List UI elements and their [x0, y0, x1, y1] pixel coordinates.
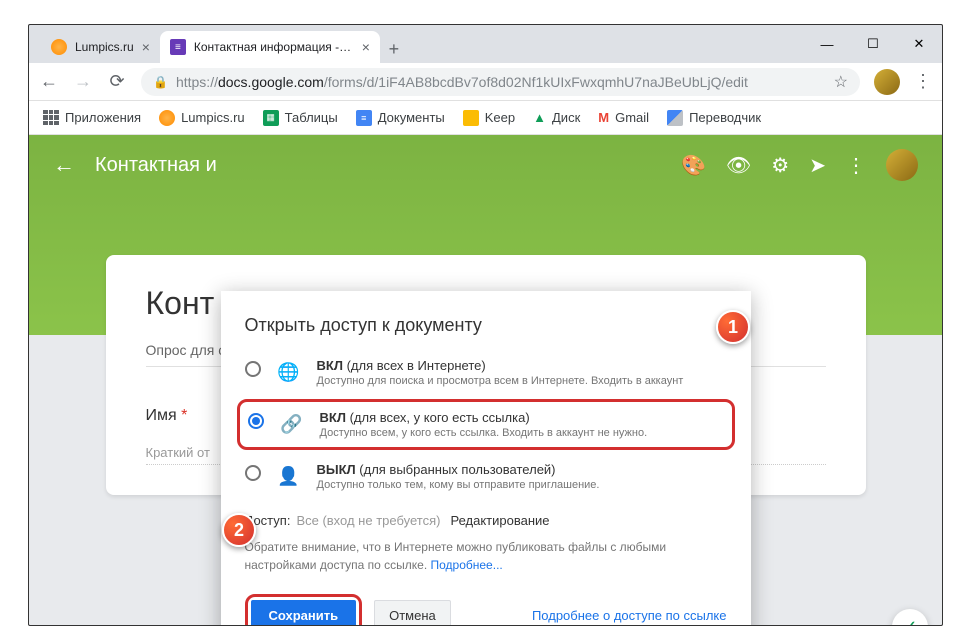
- close-window-button[interactable]: ✕: [896, 25, 942, 63]
- maximize-button[interactable]: ☐: [850, 25, 896, 63]
- save-button[interactable]: Сохранить: [251, 600, 357, 625]
- tab-title: Контактная информация - Goo...: [194, 40, 354, 54]
- modal-footer: Сохранить Отмена Подробнее о доступе по …: [221, 588, 751, 625]
- avatar[interactable]: [886, 149, 918, 181]
- apps-bookmark[interactable]: Приложения: [43, 110, 141, 126]
- option-description: Доступно только тем, кому вы отправите п…: [317, 479, 727, 491]
- chrome-menu-icon[interactable]: ⋮: [914, 71, 932, 92]
- cancel-button[interactable]: Отмена: [374, 600, 451, 625]
- radio-icon-selected[interactable]: [248, 413, 264, 429]
- more-about-link[interactable]: Подробнее о доступе по ссылке: [532, 608, 727, 623]
- new-tab-button[interactable]: +: [380, 35, 408, 63]
- person-icon: 👤: [275, 462, 303, 490]
- required-marker: *: [181, 407, 187, 424]
- learn-more-link[interactable]: Подробнее...: [431, 558, 503, 572]
- access-row: Доступ: Все (вход не требуется) Редактир…: [221, 499, 751, 534]
- bookmarks-bar: Приложения Lumpics.ru ▦Таблицы ≡Документ…: [29, 101, 942, 135]
- share-option-private[interactable]: 👤 ВЫКЛ (для выбранных пользователей) Дос…: [221, 454, 751, 499]
- preview-icon[interactable]: 👁: [726, 153, 751, 178]
- keep-icon: [463, 110, 479, 126]
- option-title: ВЫКЛ (для выбранных пользователей): [317, 462, 727, 477]
- send-icon[interactable]: ➤: [809, 153, 826, 178]
- annotation-callout-2: 2: [222, 513, 256, 547]
- apps-icon: [43, 110, 59, 126]
- bookmark-star-icon[interactable]: ☆: [834, 72, 848, 92]
- option-description: Доступно всем, у кого есть ссылка. Входи…: [320, 427, 724, 439]
- shield-icon[interactable]: ✓: [892, 609, 928, 625]
- more-icon[interactable]: ⋮: [846, 153, 866, 178]
- forms-header: ← Контактная и 🎨 👁 ⚙ ➤ ⋮: [29, 135, 942, 195]
- back-arrow-icon[interactable]: ←: [53, 152, 75, 178]
- forward-button[interactable]: →: [73, 72, 93, 92]
- url-input[interactable]: 🔒 https://docs.google.com/forms/d/1iF4AB…: [141, 68, 860, 96]
- bookmark-item[interactable]: ▦Таблицы: [263, 110, 338, 126]
- close-icon[interactable]: ×: [362, 39, 370, 55]
- bookmark-item[interactable]: Keep: [463, 110, 515, 126]
- option-title: ВКЛ (для всех в Интернете): [317, 358, 727, 373]
- close-icon[interactable]: ×: [142, 39, 150, 55]
- option-description: Доступно для поиска и просмотра всем в И…: [317, 375, 727, 387]
- share-option-public[interactable]: 🌐 ВКЛ (для всех в Интернете) Доступно дл…: [221, 350, 751, 395]
- page-content: ← Контактная и 🎨 👁 ⚙ ➤ ⋮ Конт Опрос для …: [29, 135, 942, 625]
- settings-icon[interactable]: ⚙: [771, 153, 789, 178]
- annotation-callout-1: 1: [716, 310, 750, 344]
- share-option-link-selected[interactable]: 🔗 ВКЛ (для всех, у кого есть ссылка) Дос…: [237, 399, 735, 450]
- palette-icon[interactable]: 🎨: [681, 153, 706, 178]
- modal-title: Открыть доступ к документу: [221, 315, 751, 350]
- gmail-icon: M: [598, 110, 609, 125]
- favicon-icon: [51, 39, 67, 55]
- favicon-icon: ≡: [170, 39, 186, 55]
- browser-tab[interactable]: Lumpics.ru ×: [41, 31, 160, 63]
- page-title: Контактная и: [95, 154, 217, 177]
- lock-icon: 🔒: [153, 75, 168, 89]
- field-label: Имя: [146, 407, 177, 424]
- access-edit-dropdown[interactable]: Редактирование: [450, 513, 549, 528]
- browser-tab-active[interactable]: ≡ Контактная информация - Goo... ×: [160, 31, 380, 63]
- browser-tab-strip: Lumpics.ru × ≡ Контактная информация - G…: [29, 25, 942, 63]
- bookmark-item[interactable]: MGmail: [598, 110, 649, 125]
- tab-title: Lumpics.ru: [75, 40, 134, 54]
- radio-icon[interactable]: [245, 465, 261, 481]
- drive-icon: ▲: [533, 110, 546, 125]
- url-text: https://docs.google.com/forms/d/1iF4AB8b…: [176, 74, 826, 90]
- back-button[interactable]: ←: [39, 72, 59, 92]
- access-value: Все (вход не требуется): [296, 513, 440, 528]
- save-highlight: Сохранить: [245, 594, 363, 625]
- globe-icon: 🌐: [275, 358, 303, 386]
- share-modal: Открыть доступ к документу 🌐 ВКЛ (для вс…: [221, 291, 751, 625]
- bookmark-item[interactable]: ▲Диск: [533, 110, 580, 125]
- sheets-icon: ▦: [263, 110, 279, 126]
- reload-button[interactable]: ⟳: [107, 72, 127, 92]
- option-title: ВКЛ (для всех, у кого есть ссылка): [320, 410, 724, 425]
- minimize-button[interactable]: —: [804, 25, 850, 63]
- address-bar: ← → ⟳ 🔒 https://docs.google.com/forms/d/…: [29, 63, 942, 101]
- docs-icon: ≡: [356, 110, 372, 126]
- profile-avatar[interactable]: [874, 69, 900, 95]
- site-icon: [159, 110, 175, 126]
- bookmark-item[interactable]: Lumpics.ru: [159, 110, 245, 126]
- bookmark-item[interactable]: Переводчик: [667, 110, 761, 126]
- translate-icon: [667, 110, 683, 126]
- bookmark-item[interactable]: ≡Документы: [356, 110, 445, 126]
- notice-text: Обратите внимание, что в Интернете можно…: [221, 534, 751, 588]
- link-icon: 🔗: [278, 410, 306, 438]
- radio-icon[interactable]: [245, 361, 261, 377]
